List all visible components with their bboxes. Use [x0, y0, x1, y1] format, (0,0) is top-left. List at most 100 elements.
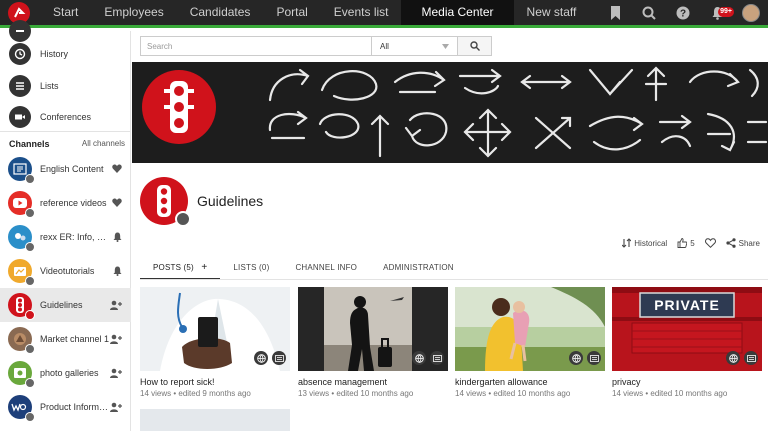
sidebar-item-conferences[interactable]: Conferences [0, 103, 131, 131]
link-icon [9, 20, 31, 42]
post-title[interactable]: kindergarten allowance [455, 377, 605, 387]
channel-item-photo-galleries[interactable]: photo galleries [0, 356, 131, 390]
heart-icon[interactable] [112, 198, 122, 210]
channel-item-guidelines[interactable]: Guidelines [0, 288, 131, 322]
article-icon [744, 351, 758, 365]
search-input[interactable] [140, 36, 372, 56]
post-thumbnail[interactable] [455, 287, 605, 371]
add-post-button[interactable]: + [201, 262, 207, 273]
share-button[interactable]: Share [726, 238, 760, 248]
post-thumbnail[interactable] [298, 287, 448, 371]
sidebar-item-label: History [40, 49, 69, 59]
post-card[interactable]: PRIVATE privacy 14 views • edited 10 mon… [612, 287, 762, 398]
channel-type-badge [25, 310, 35, 320]
bookmark-icon[interactable] [598, 0, 632, 25]
notifications-bell-icon[interactable]: 99+ [700, 0, 734, 25]
channel-label: rexx ER: Info, updates [40, 232, 110, 242]
historical-button[interactable]: Historical [622, 238, 667, 248]
channel-type-badge [25, 378, 35, 388]
favorite-button[interactable] [704, 238, 716, 248]
sidebar-item-history[interactable]: History [0, 40, 131, 68]
nav-new-staff[interactable]: New staff [514, 0, 590, 25]
channel-type-badge [25, 344, 35, 354]
channel-avatar [8, 361, 35, 388]
channel-item-product-information[interactable]: Product Information [0, 390, 131, 424]
post-card-partial[interactable] [140, 409, 290, 431]
user-avatar[interactable] [734, 0, 768, 25]
tabs-divider [140, 279, 768, 280]
private-sign-text: PRIVATE [654, 297, 720, 313]
channel-label: English Content [40, 164, 104, 174]
nav-events-list[interactable]: Events list [321, 0, 402, 25]
add-user-icon[interactable] [110, 334, 122, 347]
add-user-icon[interactable] [110, 300, 122, 313]
channel-label: photo galleries [40, 368, 99, 378]
chevron-down-icon [442, 43, 449, 49]
share-label: Share [738, 238, 760, 248]
svg-text:?: ? [680, 8, 686, 19]
search-icon[interactable] [632, 0, 666, 25]
post-meta: 14 views • edited 9 months ago [140, 389, 251, 398]
channel-actions: Historical 5 Share [612, 238, 760, 248]
search-button[interactable] [458, 36, 492, 56]
channel-type-badge [25, 242, 35, 252]
nav-media-center[interactable]: Media Center [401, 0, 514, 25]
article-icon [430, 351, 444, 365]
globe-icon [254, 351, 268, 365]
article-icon [272, 351, 286, 365]
post-title[interactable]: absence management [298, 377, 448, 387]
heart-icon[interactable] [112, 164, 122, 176]
channel-label: Guidelines [40, 300, 83, 310]
channel-avatar [8, 157, 35, 184]
all-channels-link[interactable]: All channels [82, 139, 125, 148]
post-card[interactable]: How to report sick! 14 views • edited 9 … [140, 287, 290, 398]
post-thumbnail[interactable]: PRIVATE [612, 287, 762, 371]
channel-avatar [8, 395, 35, 422]
chalk-arrows-illustration [268, 66, 768, 158]
search-scope-select[interactable]: All [372, 36, 458, 56]
tab-posts[interactable]: POSTS (5) + [140, 258, 221, 280]
globe-icon [726, 351, 740, 365]
post-card[interactable]: kindergarten allowance 14 views • edited… [455, 287, 605, 398]
post-title[interactable]: How to report sick! [140, 377, 290, 387]
search-icon [469, 41, 480, 51]
channel-item-market-channel-1[interactable]: Market channel 1 [0, 322, 131, 356]
post-meta: 14 views • edited 10 months ago [455, 389, 571, 398]
tab-channel-info[interactable]: CHANNEL INFO [282, 258, 370, 280]
main-content: All [132, 31, 768, 431]
channel-avatar [8, 293, 35, 320]
post-thumbnail[interactable] [140, 287, 290, 371]
bell-icon[interactable] [113, 266, 122, 279]
channel-label: Product Information [40, 402, 110, 412]
post-title[interactable]: privacy [612, 377, 762, 387]
history-icon [9, 43, 31, 65]
add-user-icon[interactable] [110, 368, 122, 381]
channel-type-badge [25, 412, 35, 422]
bell-icon[interactable] [113, 232, 122, 245]
tab-lists[interactable]: LISTS (0) [220, 258, 282, 280]
tab-administration[interactable]: ADMINISTRATION [370, 258, 467, 280]
channel-label: Videotutorials [40, 266, 95, 276]
channel-item-english-content[interactable]: English Content [0, 152, 131, 186]
channel-item-rexx-er[interactable]: rexx ER: Info, updates [0, 220, 131, 254]
channel-avatar [8, 191, 35, 218]
notification-count-badge: 99+ [718, 7, 734, 17]
tab-posts-label: POSTS (5) [153, 263, 194, 272]
help-icon[interactable]: ? [666, 0, 700, 25]
channel-item-reference-videos[interactable]: reference videos [0, 186, 131, 220]
channel-type-badge [25, 276, 35, 286]
historical-label: Historical [634, 238, 668, 248]
channel-item-videotutorials[interactable]: Videotutorials [0, 254, 131, 288]
article-icon [587, 351, 601, 365]
add-user-icon[interactable] [110, 402, 122, 415]
sidebar: History Lists Conferences Channels All c… [0, 20, 131, 431]
sidebar-item-lists[interactable]: Lists [0, 72, 131, 100]
like-button[interactable]: 5 [677, 238, 695, 248]
channel-tabs: POSTS (5) + LISTS (0) CHANNEL INFO ADMIN… [140, 258, 467, 280]
channel-type-badge [25, 208, 35, 218]
nav-portal[interactable]: Portal [263, 0, 320, 25]
post-card[interactable]: absence management 13 views • edited 10 … [298, 287, 448, 398]
nav-candidates[interactable]: Candidates [177, 0, 264, 25]
post-meta: 14 views • edited 10 months ago [612, 389, 728, 398]
globe-icon [569, 351, 583, 365]
